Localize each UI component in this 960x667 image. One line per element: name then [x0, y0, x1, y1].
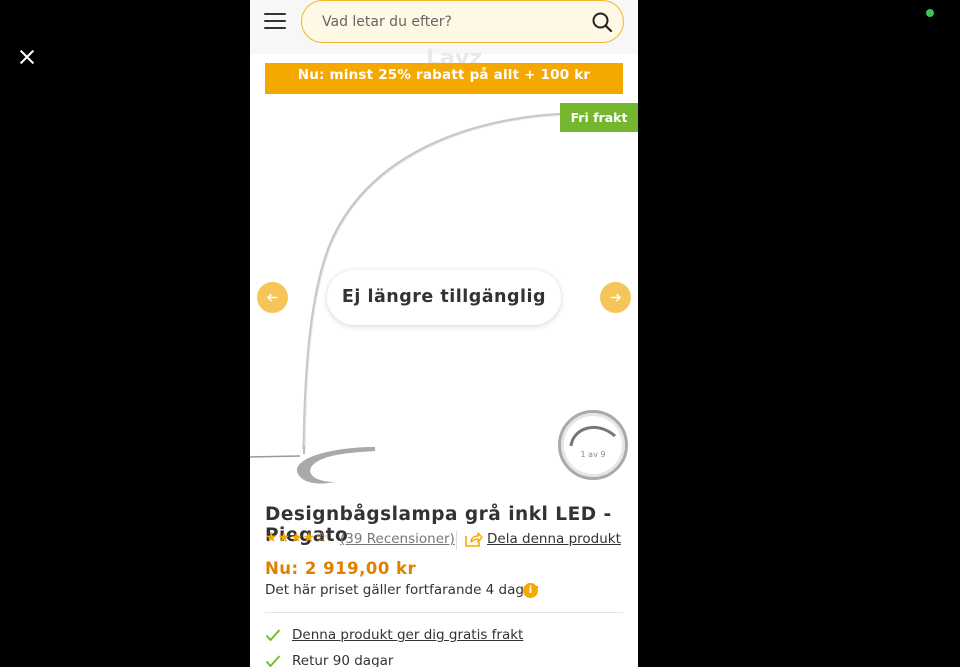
arrow-left-icon	[266, 293, 277, 302]
unavailable-notice: Ej längre tillgänglig	[327, 270, 561, 325]
share-product-link[interactable]: Dela denna produkt	[487, 531, 621, 547]
divider	[456, 531, 457, 550]
image-counter[interactable]: 1 av 9	[558, 410, 628, 480]
image-counter-label: 1 av 9	[580, 450, 606, 459]
arrow-right-icon	[611, 293, 622, 302]
divider	[265, 612, 623, 613]
product-info: Designbågslampa grå inkl LED - Piegato ★…	[265, 504, 623, 667]
status-dot-icon	[926, 9, 934, 17]
search-icon[interactable]	[591, 11, 613, 33]
check-icon	[265, 629, 281, 642]
price: Nu: 2 919,00 kr	[265, 559, 417, 578]
promo-banner[interactable]: Nu: minst 25% rabatt på allt + 100 kr EX…	[265, 63, 623, 108]
next-image-button[interactable]	[600, 282, 631, 313]
search-input[interactable]	[322, 11, 582, 33]
product-gallery[interactable]: Fri frakt Ej längre tillgänglig 1 av 9	[250, 94, 638, 494]
hamburger-menu-icon[interactable]	[264, 12, 288, 30]
search-bar[interactable]	[301, 0, 624, 43]
share-icon[interactable]	[465, 532, 483, 547]
reviews-link[interactable]: (39 Recensioner)	[340, 531, 455, 547]
mobile-page: Lavz Nu: minst 25% rabatt på allt + 100 …	[250, 0, 638, 667]
close-icon[interactable]	[14, 44, 40, 70]
return-policy-text: Retur 90 dagar	[292, 653, 394, 667]
lamp-thumbnail-icon	[569, 425, 616, 447]
rating-row: ★★★★☆ (39 Recensioner) Dela denna produk…	[265, 530, 623, 550]
check-icon	[265, 655, 281, 667]
rating-stars: ★★★★☆	[265, 530, 328, 546]
free-shipping-badge: Fri frakt	[560, 103, 638, 132]
free-shipping-link[interactable]: Denna produkt ger dig gratis frakt	[292, 627, 523, 643]
price-validity-note: Det här priset gäller fortfarande 4 daga…	[265, 582, 538, 598]
previous-image-button[interactable]	[257, 282, 288, 313]
info-icon[interactable]: i	[523, 583, 538, 598]
